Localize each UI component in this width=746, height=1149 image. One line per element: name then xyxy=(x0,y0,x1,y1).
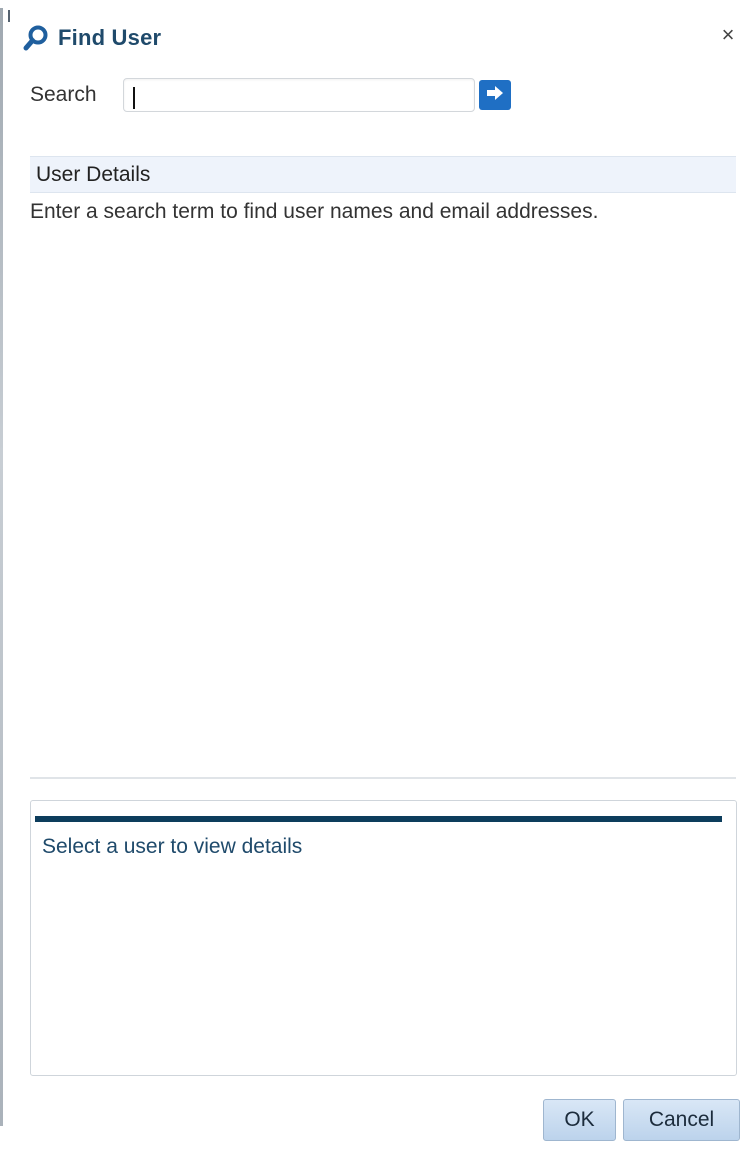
cancel-button[interactable]: Cancel xyxy=(623,1099,740,1141)
search-label: Search xyxy=(30,83,97,106)
dialog-title: Find User xyxy=(58,25,162,50)
text-caret xyxy=(133,87,135,109)
find-user-dialog: Find User × Search User Details Enter a … xyxy=(0,0,746,1149)
details-placeholder: Select a user to view details xyxy=(42,835,303,858)
arrow-right-icon xyxy=(486,85,504,106)
search-row: Search xyxy=(30,76,511,114)
close-icon[interactable]: × xyxy=(718,24,738,46)
results-table-header: User Details xyxy=(30,156,736,193)
window-edge-marker xyxy=(8,10,10,22)
details-header-bar xyxy=(35,816,722,822)
search-go-button[interactable] xyxy=(479,80,511,110)
user-details-panel: Select a user to view details xyxy=(30,800,737,1076)
ok-button[interactable]: OK xyxy=(543,1099,616,1141)
column-header-user-details: User Details xyxy=(36,162,151,186)
panel-divider[interactable] xyxy=(30,777,736,779)
magnifier-icon xyxy=(22,24,50,52)
window-edge xyxy=(0,8,3,1126)
search-input[interactable] xyxy=(123,78,475,112)
search-input-wrapper xyxy=(123,78,475,112)
dialog-header: Find User xyxy=(22,22,161,54)
results-empty-message: Enter a search term to find user names a… xyxy=(30,200,599,223)
